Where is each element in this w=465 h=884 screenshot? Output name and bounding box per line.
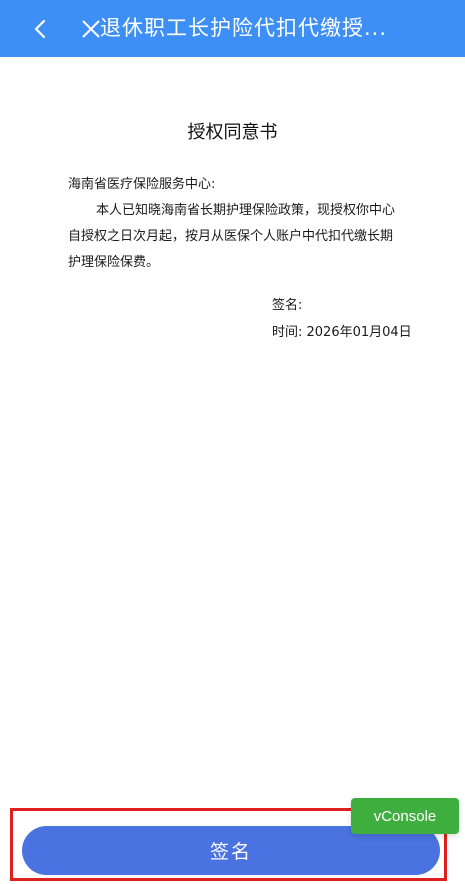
- signature-block: 签名: 时间: 2026年01月04日: [272, 292, 412, 346]
- document-body: 海南省医疗保险服务中心: 本人已知晓海南省长期护理保险政策，现授权你中心自授权之…: [68, 172, 403, 276]
- addressee: 海南省医疗保险服务中心:: [68, 177, 216, 192]
- vconsole-button[interactable]: vConsole: [351, 798, 459, 834]
- top-nav-bar: 退休职工长护险代扣代缴授...: [0, 0, 465, 57]
- signature-label: 签名:: [272, 298, 303, 313]
- date-label: 时间: 2026年01月04日: [272, 325, 412, 340]
- close-icon: [82, 19, 100, 38]
- page-title: 退休职工长护险代扣代缴授...: [100, 16, 388, 40]
- page: 退休职工长护险代扣代缴授... 授权同意书 海南省医疗保险服务中心: 本人已知晓…: [0, 0, 465, 884]
- chevron-left-icon: [34, 19, 46, 38]
- authorization-paragraph: 本人已知晓海南省长期护理保险政策，现授权你中心自授权之日次月起，按月从医保个人账…: [68, 203, 396, 270]
- document-title: 授权同意书: [187, 122, 278, 143]
- back-button[interactable]: [22, 0, 58, 57]
